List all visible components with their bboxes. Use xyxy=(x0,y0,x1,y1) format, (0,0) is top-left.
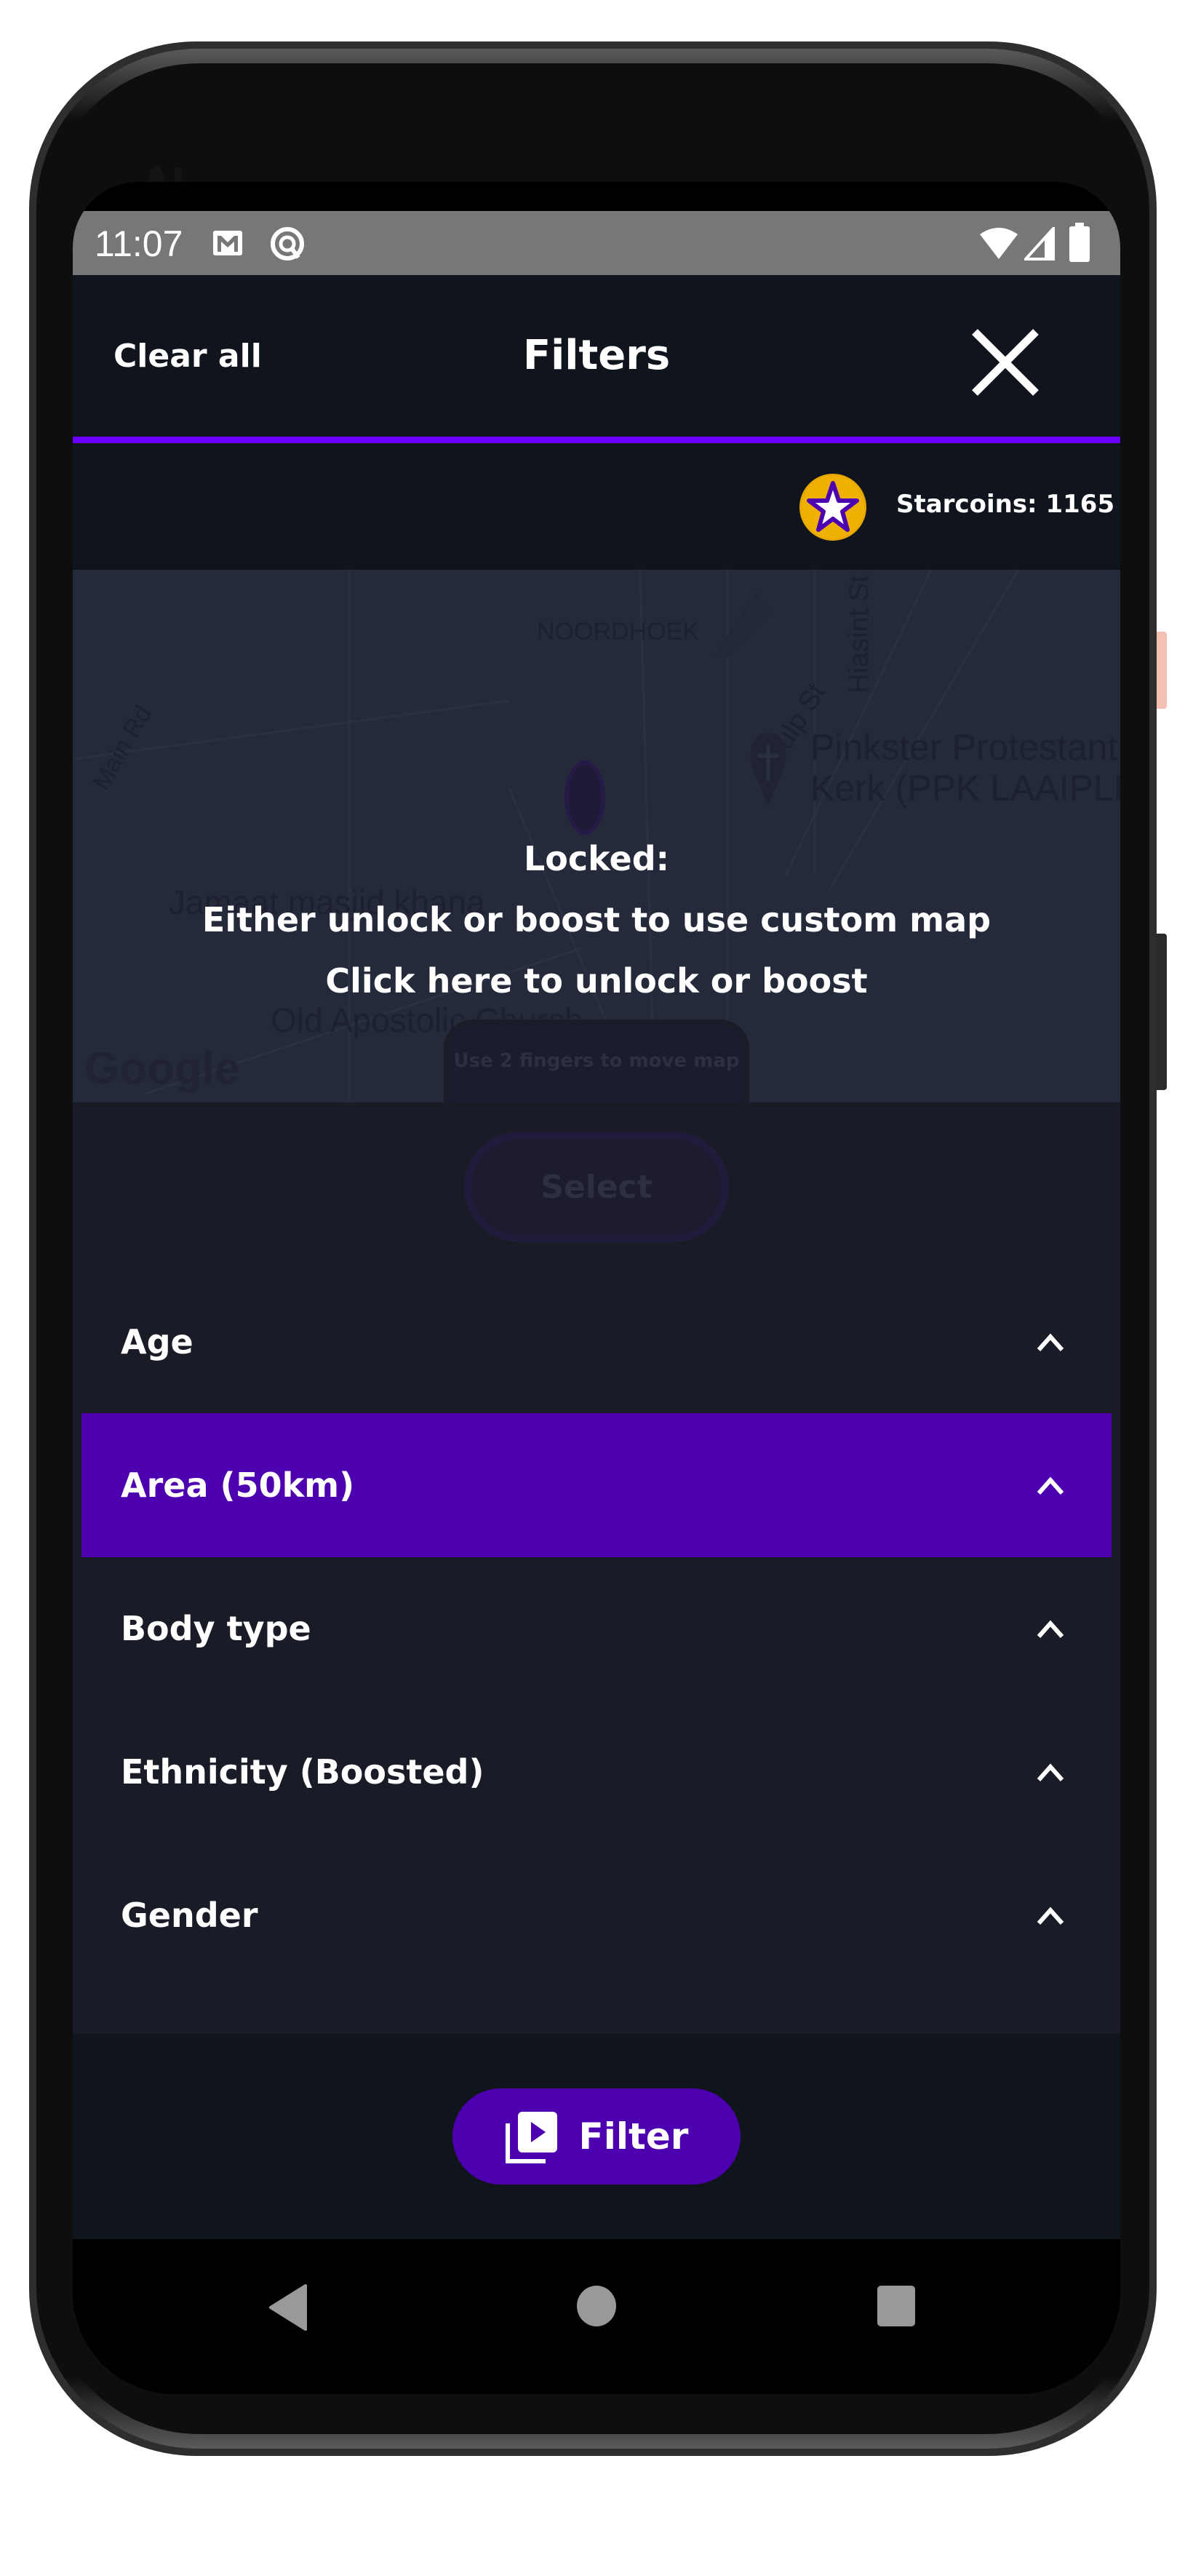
accordion-item-body-type[interactable]: Body type xyxy=(81,1557,1112,1701)
chevron-up-icon xyxy=(1037,1333,1064,1351)
chevron-up-icon xyxy=(1037,1763,1064,1781)
nav-home-button[interactable] xyxy=(576,2284,617,2331)
nav-recents-button[interactable] xyxy=(876,2284,917,2331)
locked-title: Locked: xyxy=(523,839,670,878)
system-nav-bar xyxy=(73,2239,1120,2394)
church-pin-icon xyxy=(750,733,786,807)
map-label-church-line1: Pinkster Protestant xyxy=(810,727,1118,768)
accordion-item-ethnicity[interactable]: Ethnicity (Boosted) xyxy=(81,1700,1112,1844)
map-label-hiasint-st: Hiasint St xyxy=(844,575,874,693)
filter-button-label: Filter xyxy=(578,2115,689,2158)
accordion-label: Age xyxy=(121,1322,193,1361)
gmail-icon xyxy=(212,230,243,259)
chevron-up-icon xyxy=(1037,1476,1064,1495)
signal-icon xyxy=(1022,224,1055,263)
chevron-up-icon xyxy=(1037,1907,1064,1925)
locked-message: Either unlock or boost to use custom map xyxy=(202,900,991,939)
filter-footer: Filter xyxy=(73,2034,1120,2239)
map-label-church-line2: Kerk (PPK LAAIPLE xyxy=(810,768,1120,808)
map-view[interactable]: NOORDHOEK Main Rd Hiasint St Tulp St Pin… xyxy=(73,570,1120,1102)
wifi-icon xyxy=(978,227,1019,263)
header-accent-divider xyxy=(73,437,1120,443)
gesture-hint-text: Use 2 fingers to move map xyxy=(453,1050,740,1072)
filter-accordion: Age Area (50km) Body type Ethnicity (Boo… xyxy=(73,1270,1120,2034)
chevron-up-icon xyxy=(1037,1620,1064,1638)
power-button[interactable] xyxy=(1157,632,1167,709)
accordion-label: Body type xyxy=(121,1609,311,1648)
filters-header: Clear all Filters xyxy=(73,275,1120,437)
video-library-icon xyxy=(505,2112,557,2163)
select-button[interactable]: Select xyxy=(464,1132,729,1242)
select-area: Select xyxy=(73,1102,1120,1270)
accordion-label: Ethnicity (Boosted) xyxy=(121,1752,484,1792)
location-marker-icon xyxy=(564,760,605,835)
sync-icon xyxy=(269,224,306,266)
page-title: Filters xyxy=(522,332,671,379)
screen: 11:07 Clear all Filters Starcoins: 1165 xyxy=(73,182,1120,2394)
star-coin-icon xyxy=(799,474,866,541)
clear-all-button[interactable]: Clear all xyxy=(113,338,262,375)
status-time: 11:07 xyxy=(95,223,183,264)
map-label-noordhoek: NOORDHOEK xyxy=(537,618,699,645)
filter-button[interactable]: Filter xyxy=(452,2088,741,2185)
home-icon xyxy=(577,2286,616,2326)
unlock-or-boost-link[interactable]: Click here to unlock or boost xyxy=(73,950,1120,1011)
status-bar: 11:07 xyxy=(73,211,1120,275)
starcoins-bar: Starcoins: 1165 xyxy=(73,443,1120,570)
recents-icon xyxy=(877,2286,915,2326)
back-icon xyxy=(269,2284,307,2331)
close-icon xyxy=(972,329,1039,396)
volume-button[interactable] xyxy=(1157,934,1167,1090)
accordion-label: Area (50km) xyxy=(121,1466,355,1505)
starcoins-balance: Starcoins: 1165 xyxy=(896,490,1115,519)
gesture-hint: Use 2 fingers to move map xyxy=(444,1019,749,1102)
nav-back-button[interactable] xyxy=(268,2284,308,2334)
locked-overlay: Locked: Either unlock or boost to use cu… xyxy=(73,828,1120,1011)
close-button[interactable] xyxy=(969,326,1042,399)
accordion-item-gender[interactable]: Gender xyxy=(81,1843,1112,1987)
accordion-item-area[interactable]: Area (50km) xyxy=(81,1413,1112,1557)
google-logo: Google xyxy=(84,1043,240,1094)
battery-icon xyxy=(1069,223,1090,265)
accordion-item-age[interactable]: Age xyxy=(81,1270,1112,1414)
accordion-label: Gender xyxy=(121,1896,258,1935)
